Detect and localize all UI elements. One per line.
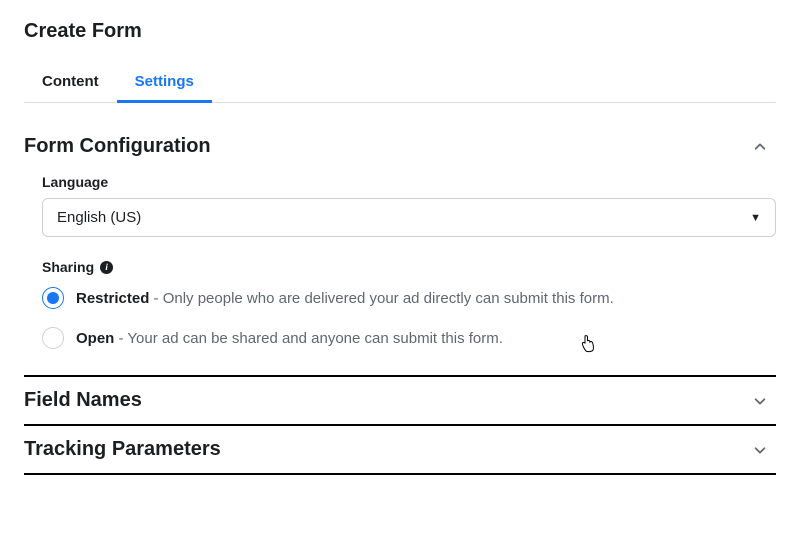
radio-label: Restricted - Only people who are deliver… [76, 290, 614, 307]
sharing-label-text: Sharing [42, 259, 94, 275]
sharing-option-open[interactable]: Open - Your ad can be shared and anyone … [42, 327, 776, 349]
language-select-wrapper: English (US) ▼ [42, 198, 776, 237]
chevron-down-icon [752, 393, 768, 409]
chevron-down-icon [752, 442, 768, 458]
tab-settings[interactable]: Settings [117, 63, 212, 103]
radio-title: Restricted [76, 290, 149, 307]
info-icon[interactable]: i [100, 261, 113, 274]
sharing-option-restricted[interactable]: Restricted - Only people who are deliver… [42, 287, 776, 309]
section-title: Field Names [24, 389, 142, 412]
section-field-names: Field Names [24, 375, 776, 424]
radio-icon [42, 327, 64, 349]
tabs: Content Settings [24, 63, 776, 103]
caret-down-icon: ▼ [750, 212, 761, 224]
page-title: Create Form [24, 20, 776, 43]
section-header-field-names[interactable]: Field Names [24, 389, 776, 412]
section-header-form-configuration[interactable]: Form Configuration [24, 135, 776, 158]
sharing-radio-group: Restricted - Only people who are deliver… [42, 287, 776, 349]
tab-content[interactable]: Content [24, 63, 117, 103]
section-tracking-parameters: Tracking Parameters [24, 424, 776, 475]
radio-label: Open - Your ad can be shared and anyone … [76, 330, 503, 347]
radio-dot-icon [47, 292, 59, 304]
section-title: Form Configuration [24, 135, 211, 158]
section-form-configuration: Form Configuration Language English (US)… [24, 123, 776, 375]
section-header-tracking-parameters[interactable]: Tracking Parameters [24, 438, 776, 461]
section-body: Language English (US) ▼ Sharing i Restri… [24, 158, 776, 363]
chevron-up-icon [752, 139, 768, 155]
radio-icon [42, 287, 64, 309]
radio-description: - Only people who are delivered your ad … [149, 290, 613, 307]
sharing-label: Sharing i [42, 259, 776, 275]
radio-title: Open [76, 330, 114, 347]
language-select[interactable]: English (US) ▼ [42, 198, 776, 237]
radio-description: - Your ad can be shared and anyone can s… [114, 330, 503, 347]
language-selected-value: English (US) [57, 209, 141, 226]
section-title: Tracking Parameters [24, 438, 221, 461]
language-label: Language [42, 174, 776, 190]
